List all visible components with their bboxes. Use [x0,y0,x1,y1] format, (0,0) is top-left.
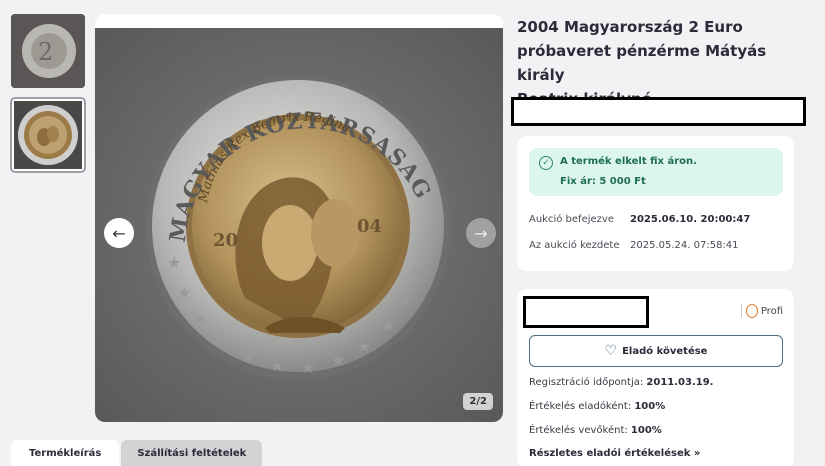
thumbnail-1[interactable]: 2 [11,14,85,88]
profi-badge: Profi [740,304,783,318]
svg-text:★: ★ [301,358,315,377]
svg-text:★: ★ [331,351,345,370]
svg-text:★: ★ [177,283,191,302]
svg-text:★: ★ [409,262,423,281]
tab-shipping[interactable]: Szállítási feltételek [121,440,263,466]
next-image-button[interactable]: → [466,218,496,248]
svg-text:2: 2 [38,38,53,66]
svg-text:★: ★ [381,316,395,335]
coin-thumbnail-image [14,101,82,169]
redacted-block [511,97,806,126]
tab-description[interactable]: Termékleírás [11,440,120,466]
medal-icon [745,304,758,318]
product-tabs: Termékleírás Szállítási feltételek [11,440,263,466]
auction-status-card: ✓ A termék elkelt fix áron. Fix ár: 5 00… [517,136,794,271]
coin-thumbnail-image: 2 [11,14,85,88]
auction-ended-value: 2025.06.10. 20:00:47 [630,214,751,225]
coin-image: MAGYAR KOZTARSASAG Mathias Rex Beatrix R… [95,28,503,422]
heart-icon: ♡ [604,343,618,359]
sold-message: A termék elkelt fix áron. [560,156,697,167]
auction-ended-label: Aukció befejezve [529,214,614,225]
image-counter: 2/2 [463,393,493,410]
image-viewer: MAGYAR KOZTARSASAG Mathias Rex Beatrix R… [95,14,503,422]
svg-text:★: ★ [215,331,229,350]
svg-text:★: ★ [398,290,412,309]
fixed-price: Fix ár: 5 000 Ft [560,176,646,187]
coin-year-left: 20 [213,230,238,251]
profi-label: Profi [760,305,783,317]
arrow-left-icon: ← [112,223,126,243]
arrow-right-icon: → [474,223,488,243]
auction-start-row: Az aukció kezdete 2025.05.24. 07:58:41 [529,240,739,251]
auction-ended-row: Aukció befejezve 2025.06.10. 20:00:47 [529,214,750,225]
seller-rating: Értékelés eladóként: 100% [529,401,666,412]
thumbnail-2[interactable] [10,97,86,173]
buyer-rating: Értékelés vevőként: 100% [529,425,662,436]
coin-photo: MAGYAR KOZTARSASAG Mathias Rex Beatrix R… [95,28,503,422]
svg-text:★: ★ [167,253,181,272]
follow-seller-label: Eladó követése [622,345,708,357]
redacted-seller-name [523,296,649,328]
follow-seller-button[interactable]: ♡ Eladó követése [529,335,783,367]
svg-text:★: ★ [270,356,284,375]
thumbnail-list: 2 [10,14,86,182]
check-circle-icon: ✓ [539,156,553,170]
sold-notice: ✓ A termék elkelt fix áron. Fix ár: 5 00… [529,148,783,196]
svg-text:★: ★ [357,337,371,356]
coin-year-right: 04 [357,216,382,237]
detailed-ratings-link[interactable]: Részletes eladói értékelések » [529,448,700,459]
registration-date: Regisztráció időpontja: 2011.03.19. [529,377,714,388]
auction-start-label: Az aukció kezdete [529,240,620,251]
auction-start-value: 2025.05.24. 07:58:41 [630,240,739,251]
previous-image-button[interactable]: ← [104,218,134,248]
svg-text:★: ★ [241,347,255,366]
svg-text:★: ★ [193,309,207,328]
